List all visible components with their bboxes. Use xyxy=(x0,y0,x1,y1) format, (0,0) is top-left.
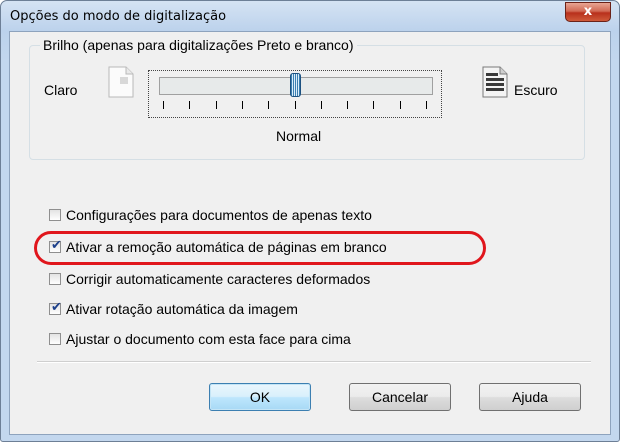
slider-tick xyxy=(321,101,322,109)
option-label: Ajustar o documento com esta face para c… xyxy=(66,331,351,347)
dark-document-icon xyxy=(482,66,508,98)
checkbox[interactable]: ✔ xyxy=(49,300,62,315)
option-label: Ativar rotação automática da imagem xyxy=(66,301,298,317)
slider-tick xyxy=(163,101,164,109)
option-label: Corrigir automaticamente caracteres defo… xyxy=(66,271,371,287)
slider-tick xyxy=(347,101,348,109)
brightness-group: Brilho (apenas para digitalizações Preto… xyxy=(29,37,585,160)
slider-ticks xyxy=(163,101,427,111)
slider-tick xyxy=(295,101,296,109)
title-bar[interactable]: Opções do modo de digitalização x xyxy=(1,1,619,31)
cancel-button[interactable]: Cancelar xyxy=(349,383,451,411)
checkbox[interactable] xyxy=(49,273,61,285)
check-icon: ✔ xyxy=(51,300,62,315)
light-label: Claro xyxy=(44,82,78,98)
highlight-annotation xyxy=(34,231,486,265)
slider-tick xyxy=(373,101,374,109)
brightness-slider[interactable] xyxy=(148,70,442,118)
slider-tick xyxy=(268,101,269,109)
checkbox[interactable] xyxy=(49,333,61,345)
slider-tick xyxy=(189,101,190,109)
slider-thumb[interactable] xyxy=(290,73,301,97)
light-document-icon xyxy=(108,66,134,98)
help-button[interactable]: Ajuda xyxy=(479,383,581,411)
slider-tick xyxy=(426,101,427,109)
option-label: Configurações para documentos de apenas … xyxy=(66,207,372,223)
dark-label: Escuro xyxy=(514,82,558,98)
brightness-group-title: Brilho (apenas para digitalizações Preto… xyxy=(40,37,357,53)
ok-button[interactable]: OK xyxy=(209,383,311,411)
slider-tick xyxy=(400,101,401,109)
dialog-window: Opções do modo de digitalização x Brilho… xyxy=(0,0,620,442)
dialog-title: Opções do modo de digitalização xyxy=(10,9,227,24)
slider-value-label: Normal xyxy=(276,128,322,144)
close-button[interactable]: x xyxy=(565,2,611,22)
slider-tick xyxy=(242,101,243,109)
slider-tick xyxy=(216,101,217,109)
separator xyxy=(37,361,591,363)
close-icon: x xyxy=(583,4,593,19)
checkbox[interactable] xyxy=(49,209,61,221)
